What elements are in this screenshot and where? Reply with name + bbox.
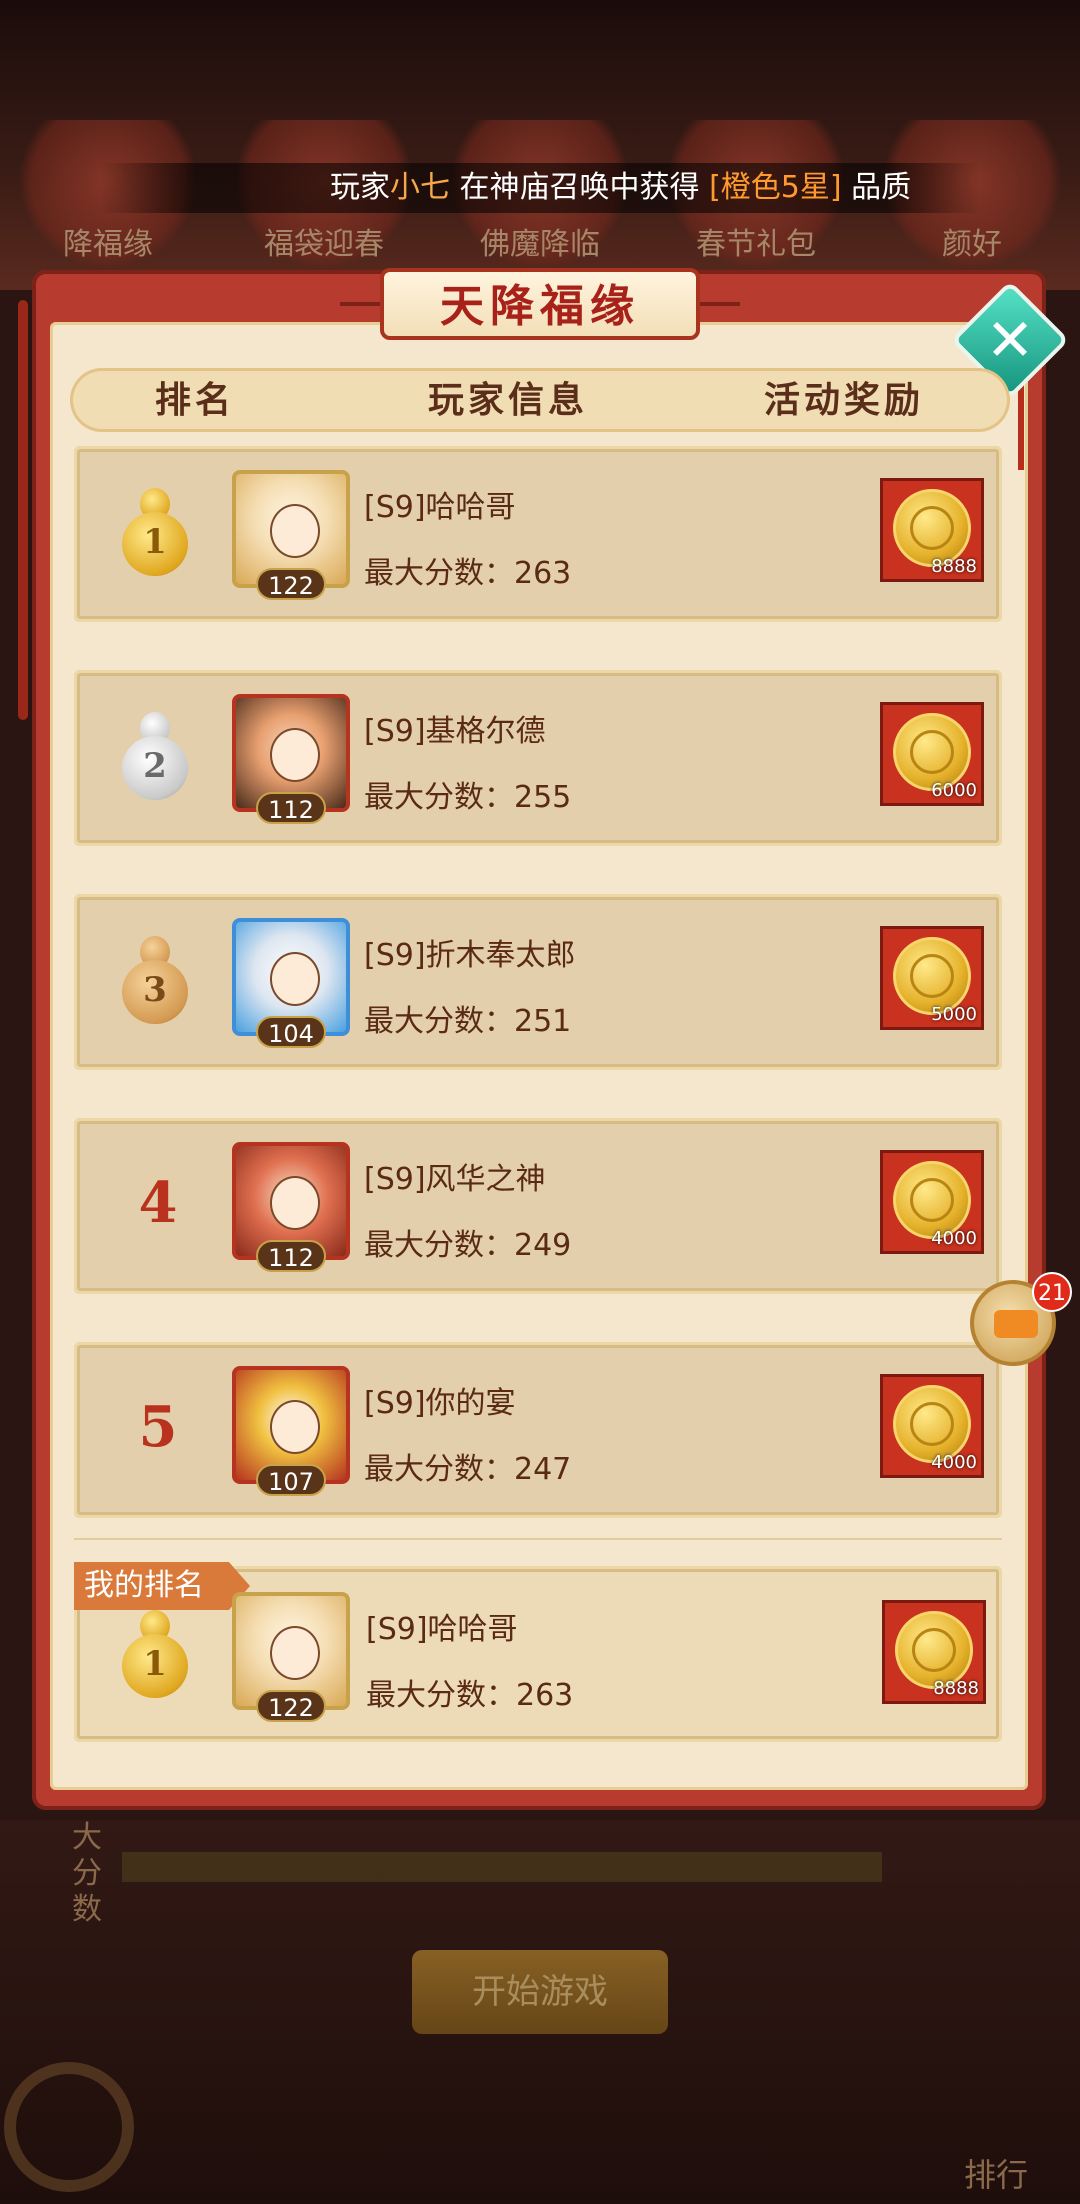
header-player-info: 玩家信息 [428,379,589,421]
rank-number: 5 [138,1394,178,1460]
reward-quantity: 4000 [931,1228,977,1249]
rank-button[interactable]: 排行 [964,2150,1028,2196]
header-rank: 排名 [155,379,236,421]
reward-quantity: 5000 [931,1004,977,1025]
player-score: 最大分数：249 [364,1228,572,1263]
ranking-row [74,670,1002,846]
my-rank-tag: 我的排名 [74,1562,250,1610]
reward-quantity: 8888 [933,1678,979,1699]
title-ornament-left [340,302,380,306]
player-name: [S9]你的宴 [364,1386,516,1421]
ranking-row [74,446,1002,622]
player-score: 最大分数：263 [366,1678,574,1713]
reward-quantity: 6000 [931,780,977,801]
chat-bubble-icon [994,1310,1038,1338]
marquee-prefix: 玩家 [330,170,390,205]
player-level: 107 [256,1464,326,1496]
my-rank-divider [74,1538,1002,1540]
reward-coin[interactable]: 8888 [882,1600,986,1704]
score-progress-track [122,1852,882,1882]
reward-quantity: 4000 [931,1452,977,1473]
player-name: [S9]哈哈哥 [364,490,516,525]
player-name: [S9]哈哈哥 [366,1612,518,1647]
marquee-item: [橙色5星] [709,170,842,205]
gold-gourd-medal-icon: 1 [118,1610,192,1700]
player-level: 112 [256,1240,326,1272]
reward-coin[interactable]: 5000 [880,926,984,1030]
marquee-suffix: 品质 [851,170,912,205]
player-score: 最大分数：255 [364,780,572,815]
chat-unread-badge: 21 [1032,1272,1072,1312]
start-game-button[interactable]: 开始游戏 [412,1950,668,2034]
player-score: 最大分数：247 [364,1452,572,1487]
decor-rope [18,300,28,720]
marquee-middle: 在神庙召唤中获得 [459,170,700,205]
reward-coin[interactable]: 6000 [880,702,984,806]
player-level: 112 [256,792,326,824]
player-name: [S9]基格尔德 [364,714,546,749]
player-level: 104 [256,1016,326,1048]
reward-quantity: 8888 [931,556,977,577]
ranking-row [74,1342,1002,1518]
back-ring-icon[interactable] [4,2062,134,2192]
gold-gourd-medal-icon: 1 [118,488,192,578]
player-score: 最大分数：263 [364,556,572,591]
reward-coin[interactable]: 4000 [880,1150,984,1254]
reward-coin[interactable]: 4000 [880,1374,984,1478]
side-label: 大分数 [72,1820,102,1927]
player-name: [S9]风华之神 [364,1162,546,1197]
silver-gourd-medal-icon: 2 [118,712,192,802]
header-reward: 活动奖励 [764,379,925,421]
marquee-player: 小七 [390,170,450,205]
bronze-gourd-medal-icon: 3 [118,936,192,1026]
decor-tassel [1018,380,1024,470]
ranking-row [74,1118,1002,1294]
panel-title: 天降福缘 [380,268,700,340]
player-level: 122 [256,1690,326,1722]
player-level: 122 [256,568,326,600]
reward-coin[interactable]: 8888 [880,478,984,582]
player-name: [S9]折木奉太郎 [364,938,576,973]
player-score: 最大分数：251 [364,1004,572,1039]
title-ornament-right [700,302,740,306]
announcement-marquee: 玩家小七 在神庙召唤中获得 [橙色5星] 品质 [100,163,980,213]
ranking-row [74,894,1002,1070]
rank-number: 4 [138,1170,178,1236]
